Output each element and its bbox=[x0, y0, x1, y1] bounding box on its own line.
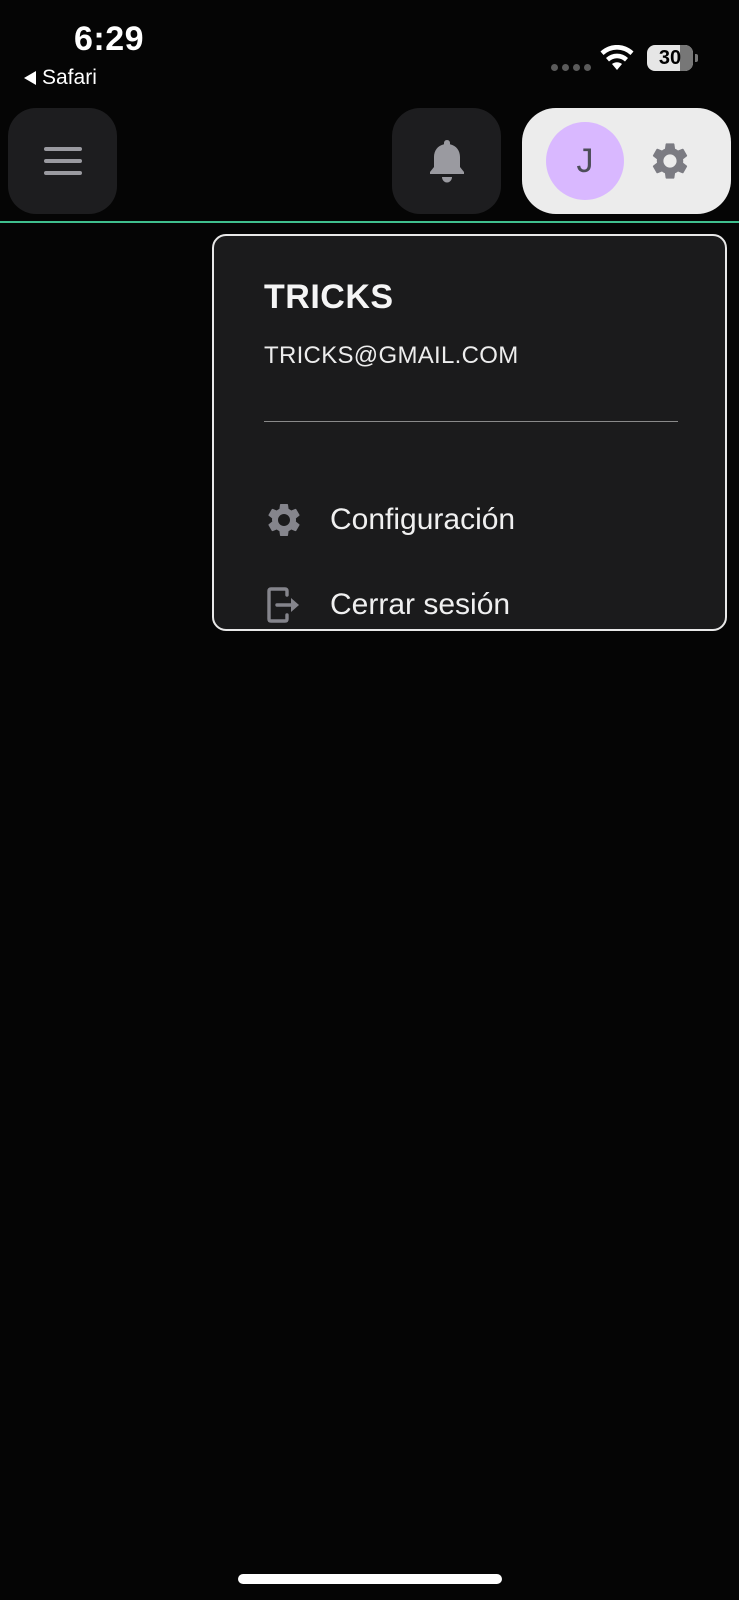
menu-item-logout[interactable]: Cerrar sesión bbox=[254, 573, 694, 637]
cellular-signal-icon bbox=[551, 64, 591, 71]
status-time: 6:29 bbox=[74, 20, 145, 58]
menu-item-settings[interactable]: Configuración bbox=[254, 488, 694, 552]
battery-icon: 30 bbox=[647, 45, 699, 71]
menu-divider bbox=[264, 421, 678, 422]
bell-icon bbox=[429, 140, 464, 183]
gear-icon[interactable] bbox=[648, 139, 692, 183]
menu-item-logout-label: Cerrar sesión bbox=[330, 588, 511, 621]
notifications-button[interactable] bbox=[392, 108, 501, 214]
back-to-app-link[interactable]: Safari bbox=[24, 66, 97, 90]
profile-pill[interactable]: J bbox=[522, 108, 731, 214]
gear-icon bbox=[262, 498, 306, 542]
user-name: TRICKS bbox=[264, 278, 394, 316]
back-app-label: Safari bbox=[42, 66, 97, 89]
menu-button[interactable] bbox=[8, 108, 117, 214]
battery-level: 30 bbox=[658, 47, 682, 69]
logout-icon bbox=[262, 583, 306, 627]
menu-item-settings-label: Configuración bbox=[330, 503, 516, 536]
user-email: TRICKS@GMAIL.COM bbox=[264, 342, 519, 369]
hamburger-icon bbox=[43, 147, 82, 175]
home-indicator[interactable] bbox=[238, 1574, 502, 1584]
back-arrow-icon bbox=[24, 71, 36, 85]
wifi-icon bbox=[600, 45, 634, 70]
user-menu-dropdown: TRICKS TRICKS@GMAIL.COM Configuración Ce… bbox=[212, 234, 727, 631]
header-accent-line bbox=[0, 221, 739, 223]
avatar[interactable]: J bbox=[546, 122, 624, 200]
